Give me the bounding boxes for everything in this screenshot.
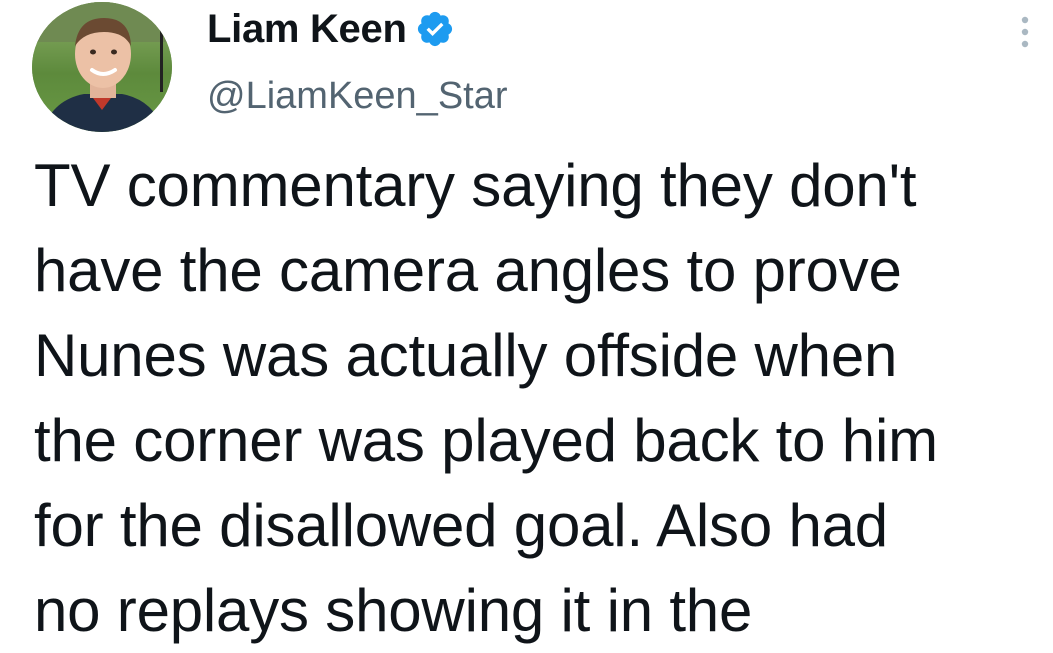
tweet-header: Liam Keen @LiamKeen_Star <box>0 0 1053 140</box>
author-name-row: Liam Keen <box>207 4 508 54</box>
author-handle[interactable]: @LiamKeen_Star <box>207 74 508 118</box>
more-options-button[interactable] <box>1010 10 1040 54</box>
verified-badge-icon <box>415 9 455 49</box>
tweet-text: TV commentary saying they don't have the… <box>34 152 938 644</box>
avatar-image <box>32 2 172 132</box>
profile-avatar[interactable] <box>32 2 172 132</box>
more-options-icon <box>1021 16 1029 48</box>
author-display-name[interactable]: Liam Keen <box>207 4 407 54</box>
author-block: Liam Keen @LiamKeen_Star <box>207 4 508 118</box>
